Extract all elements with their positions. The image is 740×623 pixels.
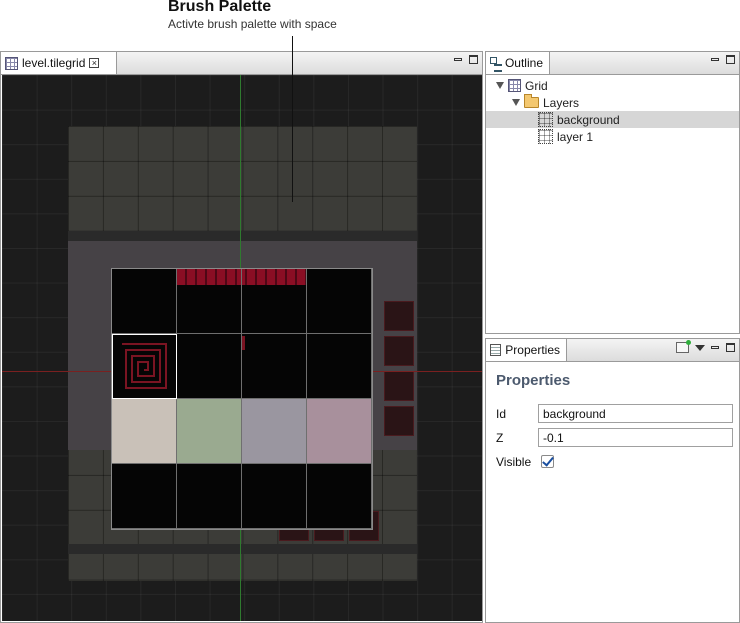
tilemap-band — [68, 231, 417, 241]
folder-open-icon — [524, 94, 539, 108]
tab-level-tilegrid[interactable]: level.tilegrid × — [1, 52, 117, 74]
brush-palette[interactable] — [111, 268, 373, 530]
palette-tile[interactable] — [177, 399, 242, 464]
palette-tile[interactable] — [307, 399, 372, 464]
expand-toggle-icon[interactable] — [496, 82, 504, 89]
palette-tile[interactable] — [177, 464, 242, 529]
layer-icon — [538, 129, 553, 144]
outline-tree: Grid Layers background layer 1 — [486, 76, 739, 333]
view-menu-icon[interactable] — [695, 344, 705, 351]
palette-tile[interactable] — [307, 269, 372, 334]
tree-item-background[interactable]: background — [486, 111, 739, 128]
grid-icon — [508, 79, 521, 92]
tilegrid-canvas[interactable] — [2, 75, 482, 621]
outline-view: Outline Grid Layers background layer 1 — [485, 51, 740, 334]
tilegrid-editor: level.tilegrid × — [0, 51, 483, 623]
id-field[interactable] — [538, 404, 733, 423]
tilegrid-file-icon — [5, 56, 18, 70]
editor-window-controls — [454, 55, 478, 64]
tile-red — [384, 406, 414, 436]
spiral-tile-icon — [122, 343, 167, 389]
layer-icon — [538, 112, 553, 127]
tab-outline[interactable]: Outline — [486, 52, 550, 74]
z-label: Z — [496, 431, 504, 445]
tile-red — [384, 371, 414, 401]
palette-tile[interactable] — [242, 464, 307, 529]
palette-tile[interactable] — [112, 399, 177, 464]
tab-label: Properties — [505, 343, 560, 357]
palette-tile[interactable] — [242, 334, 307, 399]
visible-checkbox[interactable] — [541, 455, 554, 468]
maximize-icon[interactable] — [726, 55, 735, 64]
palette-tile[interactable] — [242, 399, 307, 464]
editor-tabbar: level.tilegrid × — [1, 52, 482, 75]
id-label: Id — [496, 407, 507, 421]
tilemap-band — [68, 544, 417, 554]
properties-heading: Properties — [496, 372, 571, 389]
outline-icon — [490, 56, 502, 72]
tree-item-layer-1[interactable]: layer 1 — [486, 128, 739, 145]
properties-tabbar: Properties — [486, 339, 739, 362]
palette-tile[interactable] — [112, 269, 177, 334]
expand-toggle-icon[interactable] — [512, 99, 520, 106]
minimize-icon[interactable] — [454, 56, 463, 64]
tree-item-label: layer 1 — [557, 129, 594, 144]
tab-label: Outline — [504, 56, 543, 70]
tree-item-label: Grid — [525, 78, 548, 93]
tab-properties[interactable]: Properties — [486, 339, 567, 361]
visible-label: Visible — [496, 455, 532, 469]
minimize-icon[interactable] — [711, 56, 720, 64]
palette-tile[interactable] — [242, 269, 307, 334]
annotation-subtitle: Activte brush palette with space — [168, 17, 337, 31]
palette-tile-selected[interactable] — [112, 334, 177, 399]
pin-icon[interactable] — [676, 340, 691, 353]
tile-red — [384, 336, 414, 366]
annotation-title: Brush Palette — [168, 0, 272, 15]
palette-tile[interactable] — [112, 464, 177, 529]
close-icon[interactable]: × — [89, 58, 100, 68]
tree-item-label: background — [557, 112, 620, 127]
tab-label: level.tilegrid — [22, 56, 86, 70]
tree-item-grid[interactable]: Grid — [486, 77, 739, 94]
outline-window-controls — [711, 55, 735, 64]
tile-red — [384, 301, 414, 331]
palette-tile[interactable] — [307, 464, 372, 529]
annotation-pointer-line — [292, 36, 293, 202]
palette-tile[interactable] — [307, 334, 372, 399]
properties-view: Properties Properties Id Z Visible — [485, 338, 740, 623]
tree-item-layers[interactable]: Layers — [486, 94, 739, 111]
minimize-icon[interactable] — [711, 344, 720, 352]
z-field[interactable] — [538, 428, 733, 447]
tile-mark — [242, 336, 245, 350]
palette-tile[interactable] — [177, 269, 242, 334]
properties-icon — [490, 344, 502, 356]
palette-tile[interactable] — [177, 334, 242, 399]
properties-window-controls — [676, 340, 735, 353]
maximize-icon[interactable] — [469, 55, 478, 64]
tree-item-label: Layers — [543, 95, 580, 110]
outline-tabbar: Outline — [486, 52, 739, 75]
maximize-icon[interactable] — [726, 343, 735, 352]
